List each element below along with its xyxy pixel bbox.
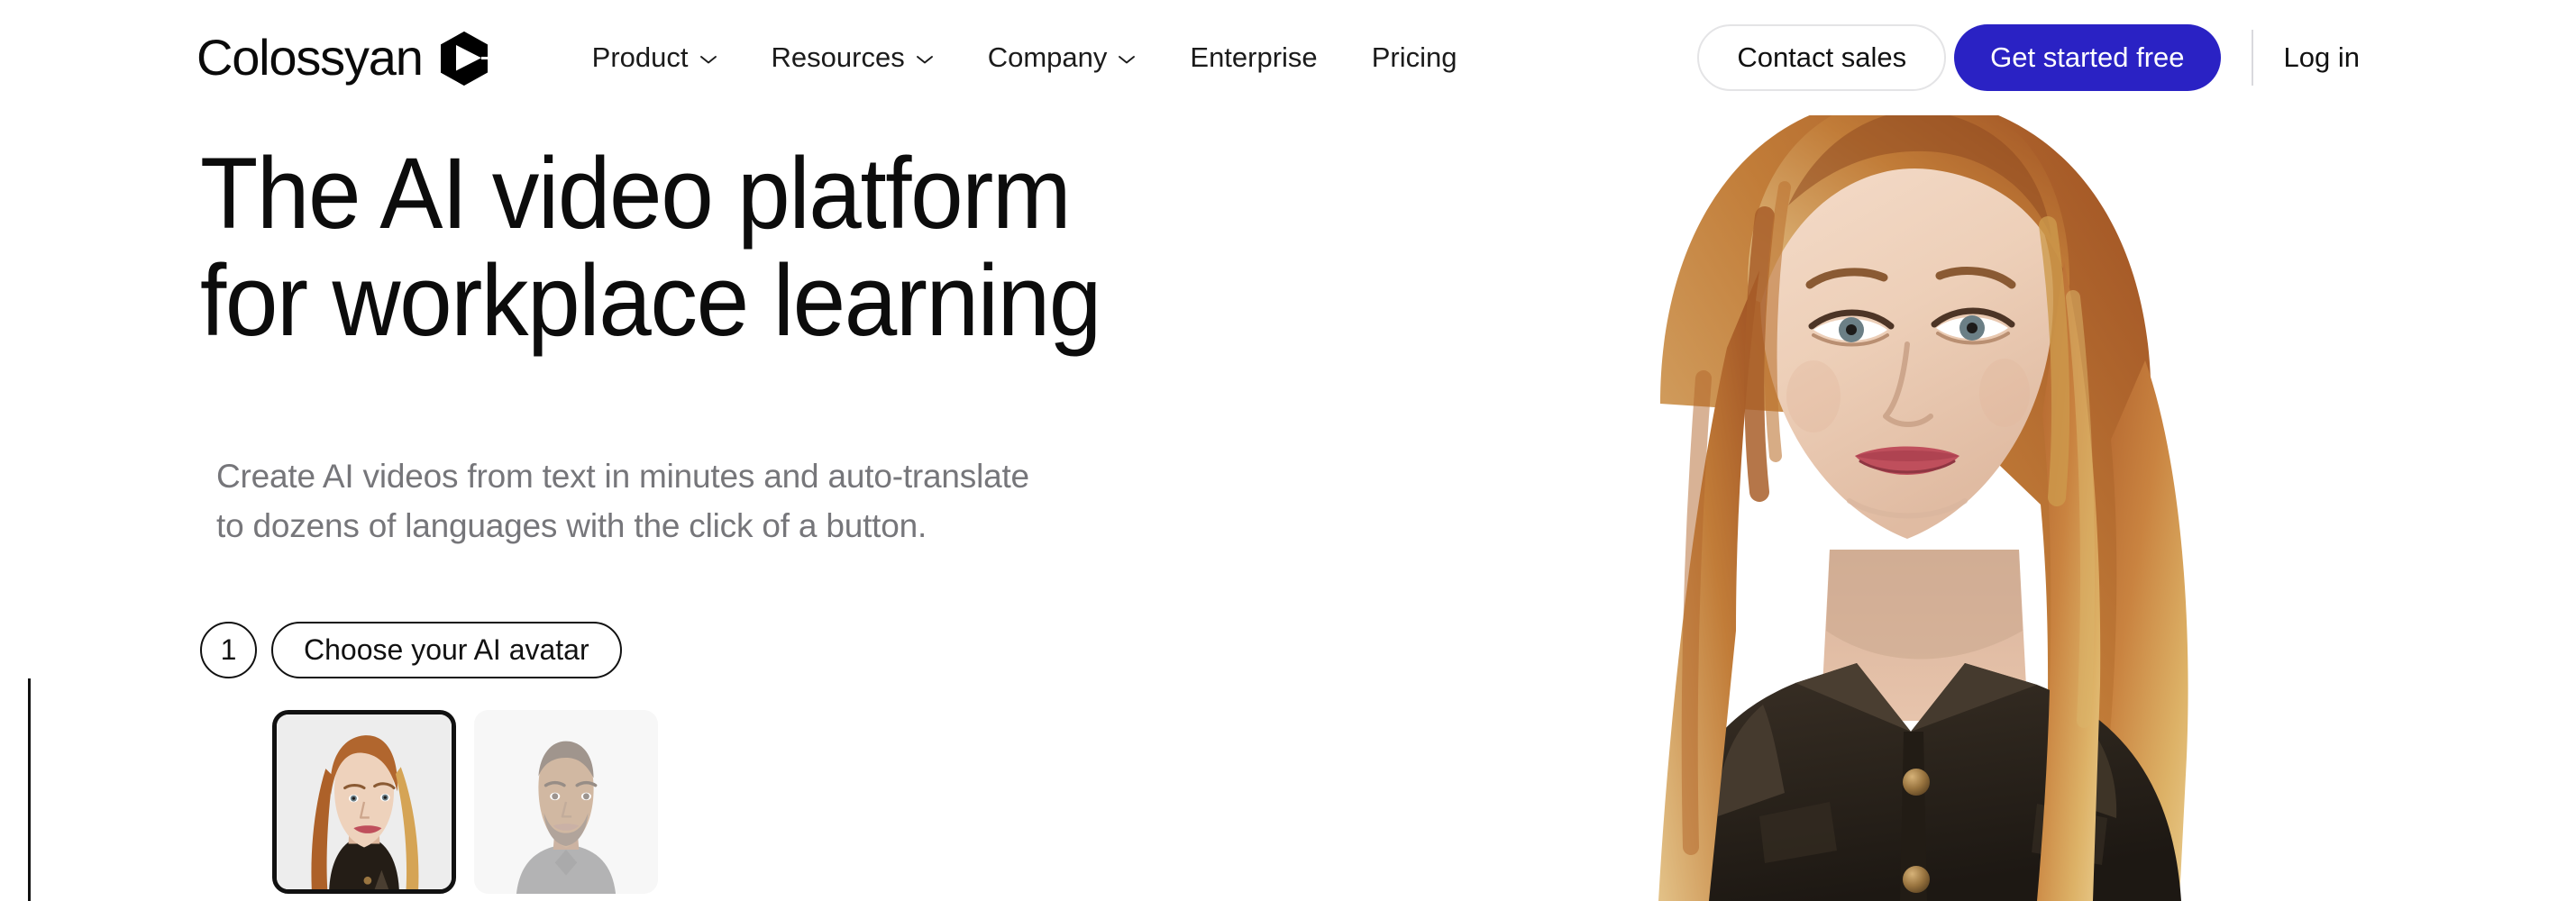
page-title: The AI video platform for workplace lear… bbox=[200, 137, 1386, 358]
landing-page: Colossyan Product Resources Company Ente… bbox=[0, 0, 2576, 901]
jacket-button bbox=[1903, 769, 1930, 796]
nav-item-company[interactable]: Company bbox=[961, 32, 1164, 83]
hero-image-container bbox=[1406, 0, 2576, 901]
headline-line-2: for workplace learning bbox=[200, 244, 1101, 358]
subtitle-line-2: to dozens of languages with the click of… bbox=[216, 506, 927, 544]
avatar-option-female[interactable] bbox=[272, 710, 456, 894]
site-header: Colossyan Product Resources Company Ente… bbox=[0, 0, 2576, 115]
male-avatar-thumbnail bbox=[474, 710, 658, 894]
brand-wordmark: Colossyan bbox=[196, 29, 424, 86]
main-navigation: Product Resources Company Enterprise Pri… bbox=[565, 32, 1484, 83]
jacket-button bbox=[1903, 866, 1930, 893]
step-connector-line bbox=[28, 678, 31, 901]
nav-item-product[interactable]: Product bbox=[565, 32, 744, 83]
hero-content: The AI video platform for workplace lear… bbox=[0, 0, 1442, 901]
ai-avatar-presenter bbox=[1406, 0, 2576, 901]
header-actions: Contact sales Get started free Log in bbox=[1697, 24, 2360, 91]
nav-item-resources[interactable]: Resources bbox=[744, 32, 961, 83]
nav-item-label: Resources bbox=[771, 41, 905, 73]
headline-line-1: The AI video platform bbox=[200, 137, 1072, 250]
female-avatar-thumbnail bbox=[277, 714, 452, 889]
avatar-step-block: 1 Choose your AI avatar bbox=[200, 622, 622, 678]
avatar-thumbnail-list bbox=[272, 710, 658, 894]
choose-avatar-button[interactable]: Choose your AI avatar bbox=[271, 622, 622, 678]
nav-item-label: Product bbox=[591, 41, 689, 73]
brand-logo[interactable]: Colossyan bbox=[196, 28, 493, 87]
nav-item-pricing[interactable]: Pricing bbox=[1345, 32, 1484, 83]
chevron-down-icon bbox=[916, 56, 933, 64]
login-link[interactable]: Log in bbox=[2284, 41, 2360, 74]
nav-item-label: Enterprise bbox=[1190, 41, 1318, 73]
chevron-down-icon bbox=[1119, 56, 1136, 64]
contact-sales-button[interactable]: Contact sales bbox=[1697, 24, 1947, 91]
step-row: 1 Choose your AI avatar bbox=[200, 622, 622, 678]
avatar-option-male[interactable] bbox=[474, 710, 658, 894]
header-divider bbox=[2251, 30, 2253, 86]
hexagon-play-icon bbox=[440, 32, 493, 86]
get-started-free-button[interactable]: Get started free bbox=[1954, 24, 2221, 91]
nav-item-label: Company bbox=[987, 41, 1108, 73]
hero-subtitle: Create AI videos from text in minutes an… bbox=[216, 452, 1029, 551]
subtitle-line-1: Create AI videos from text in minutes an… bbox=[216, 458, 1029, 495]
nav-item-enterprise[interactable]: Enterprise bbox=[1163, 32, 1344, 83]
nav-item-label: Pricing bbox=[1371, 41, 1457, 73]
chevron-down-icon bbox=[699, 56, 717, 64]
step-number-badge: 1 bbox=[200, 622, 257, 678]
